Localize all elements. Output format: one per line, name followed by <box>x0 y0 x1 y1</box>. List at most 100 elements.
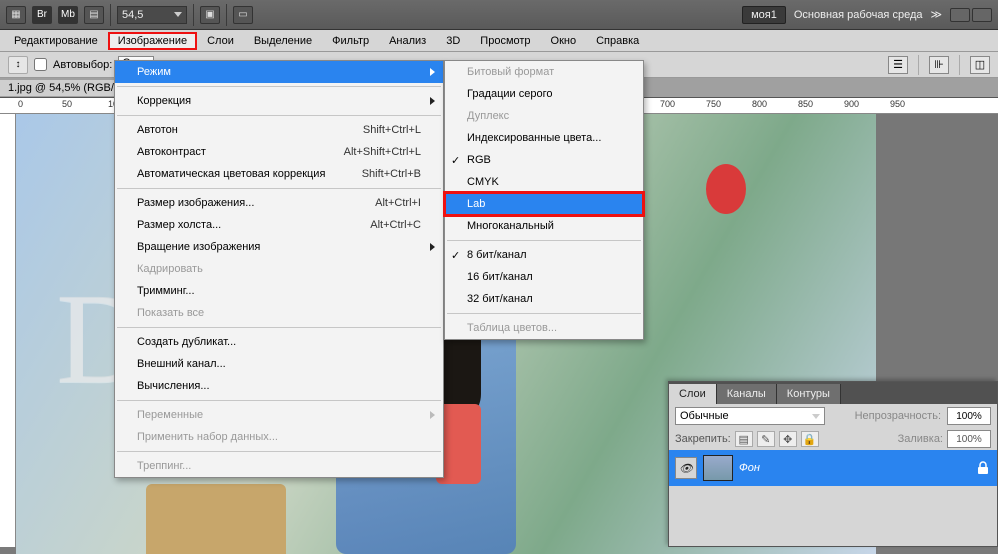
tab-paths[interactable]: Контуры <box>777 384 841 404</box>
ruler-tick: 0 <box>18 99 23 109</box>
workspace-tag[interactable]: моя1 <box>742 6 786 24</box>
minimize-button[interactable] <box>950 8 970 22</box>
menu-image[interactable]: Изображение <box>108 32 197 50</box>
menu-select[interactable]: Выделение <box>244 32 322 50</box>
menu-item-cmyk[interactable]: CMYK <box>445 171 643 193</box>
menu-item-autocolor[interactable]: Автоматическая цветовая коррекцияShift+C… <box>115 163 443 185</box>
opacity-field[interactable]: 100% <box>947 407 991 425</box>
menu-item-mode[interactable]: Режим <box>115 61 443 83</box>
menu-label: Режим <box>137 66 171 78</box>
menu-item-bitmap: Битовый формат <box>445 61 643 83</box>
menu-item-16bit[interactable]: 16 бит/канал <box>445 266 643 288</box>
fill-field[interactable]: 100% <box>947 430 991 448</box>
lock-position-icon[interactable]: ✥ <box>779 431 797 447</box>
lock-all-icon[interactable]: 🔒 <box>801 431 819 447</box>
menu-label: Градации серого <box>467 88 553 100</box>
align-icon[interactable]: ☰ <box>888 56 908 74</box>
menu-item-canvas-size[interactable]: Размер холста... Alt+Ctrl+C <box>115 214 443 236</box>
menu-item-rgb[interactable]: ✓RGB <box>445 149 643 171</box>
layer-row[interactable]: 👁 Фон <box>669 450 997 486</box>
submenu-arrow-icon <box>430 411 435 419</box>
menu-item-apply-image[interactable]: Внешний канал... <box>115 353 443 375</box>
submenu-arrow-icon <box>430 68 435 76</box>
screen-mode-icon[interactable]: ▭ <box>233 6 253 24</box>
menu-help[interactable]: Справка <box>586 32 649 50</box>
separator <box>226 4 227 26</box>
menu-item-autocontrast[interactable]: Автоконтраст Alt+Shift+Ctrl+L <box>115 141 443 163</box>
lock-transparent-icon[interactable]: ▤ <box>735 431 753 447</box>
menu-item-grayscale[interactable]: Градации серого <box>445 83 643 105</box>
menu-label: Показать все <box>137 307 204 319</box>
menu-item-reveal-all: Показать все <box>115 302 443 324</box>
ruler-tick: 900 <box>844 99 859 109</box>
tab-layers[interactable]: Слои <box>669 384 717 404</box>
menu-analysis[interactable]: Анализ <box>379 32 436 50</box>
menu-view[interactable]: Просмотр <box>470 32 540 50</box>
menu-label: Автотон <box>137 124 178 136</box>
menu-label: Lab <box>467 198 485 210</box>
restore-button[interactable] <box>972 8 992 22</box>
menu-item-32bit[interactable]: 32 бит/канал <box>445 288 643 310</box>
shortcut: Alt+Ctrl+C <box>370 219 421 231</box>
menu-item-color-table: Таблица цветов... <box>445 317 643 339</box>
opacity-label: Непрозрачность: <box>855 410 941 422</box>
menu-item-calculations[interactable]: Вычисления... <box>115 375 443 397</box>
menu-item-image-size[interactable]: Размер изображения...Alt+Ctrl+I <box>115 192 443 214</box>
zoom-value: 54,5 <box>122 9 143 21</box>
auto-select-label: Автовыбор: <box>53 59 112 71</box>
menu-item-8bit[interactable]: ✓8 бит/канал <box>445 244 643 266</box>
shortcut: Alt+Shift+Ctrl+L <box>344 146 421 158</box>
menu-label: Создать дубликат... <box>137 336 236 348</box>
menu-item-apply-dataset: Применить набор данных... <box>115 426 443 448</box>
lock-pixels-icon[interactable]: ✎ <box>757 431 775 447</box>
doc-tab[interactable]: 1.jpg @ 54,5% (RGB/ <box>0 80 123 96</box>
ruler-tick: 850 <box>798 99 813 109</box>
layer-name: Фон <box>739 462 760 474</box>
menu-label: Размер холста... <box>137 219 221 231</box>
distribute-icon[interactable]: ⊪ <box>929 56 949 74</box>
visibility-icon[interactable]: 👁 <box>675 457 697 479</box>
more-icon[interactable]: ≫ <box>930 8 942 21</box>
grid-icon[interactable]: ▤ <box>84 6 104 24</box>
menu-item-autotone[interactable]: АвтотонShift+Ctrl+L <box>115 119 443 141</box>
blend-mode-select[interactable]: Обычные <box>675 407 825 425</box>
menu-divider <box>117 400 441 401</box>
move-tool-icon[interactable]: ↕ <box>8 56 28 74</box>
menu-label: 32 бит/канал <box>467 293 533 305</box>
ruler-vertical <box>0 114 16 547</box>
menu-layers[interactable]: Слои <box>197 32 244 50</box>
menu-item-lab[interactable]: Lab <box>445 193 643 215</box>
bridge-icon[interactable]: Br <box>32 6 52 24</box>
menu-label: Многоканальный <box>467 220 554 232</box>
menu-divider <box>117 327 441 328</box>
menu-item-indexed[interactable]: Индексированные цвета... <box>445 127 643 149</box>
menu-label: Размер изображения... <box>137 197 254 209</box>
menu-item-rotation[interactable]: Вращение изображения <box>115 236 443 258</box>
ps-icon[interactable]: ▦ <box>6 6 26 24</box>
arrange-icon[interactable]: ▣ <box>200 6 220 24</box>
menu-item-multichannel[interactable]: Многоканальный <box>445 215 643 237</box>
workspace-label[interactable]: Основная рабочая среда <box>794 9 923 21</box>
menu-label: Таблица цветов... <box>467 322 557 334</box>
menu-divider <box>447 240 641 241</box>
menu-3d[interactable]: 3D <box>436 32 470 50</box>
minibridge-icon[interactable]: Mb <box>58 6 78 24</box>
menu-item-duplicate[interactable]: Создать дубликат... <box>115 331 443 353</box>
mode-submenu: Битовый формат Градации серого Дуплекс И… <box>444 60 644 340</box>
auto-select-checkbox[interactable] <box>34 58 47 71</box>
layer-thumbnail[interactable] <box>703 455 733 481</box>
menu-item-adjustments[interactable]: Коррекция <box>115 90 443 112</box>
3d-icon[interactable]: ◫ <box>970 56 990 74</box>
menu-item-trim[interactable]: Тримминг... <box>115 280 443 302</box>
menu-edit[interactable]: Редактирование <box>4 32 108 50</box>
menu-divider <box>117 188 441 189</box>
menu-window[interactable]: Окно <box>541 32 587 50</box>
menu-filter[interactable]: Фильтр <box>322 32 379 50</box>
submenu-arrow-icon <box>430 243 435 251</box>
menu-label: Автоконтраст <box>137 146 206 158</box>
zoom-field[interactable]: 54,5 <box>117 6 187 24</box>
menu-label: Автоматическая цветовая коррекция <box>137 168 325 180</box>
tab-channels[interactable]: Каналы <box>717 384 777 404</box>
ruler-tick: 800 <box>752 99 767 109</box>
menu-label: Внешний канал... <box>137 358 226 370</box>
